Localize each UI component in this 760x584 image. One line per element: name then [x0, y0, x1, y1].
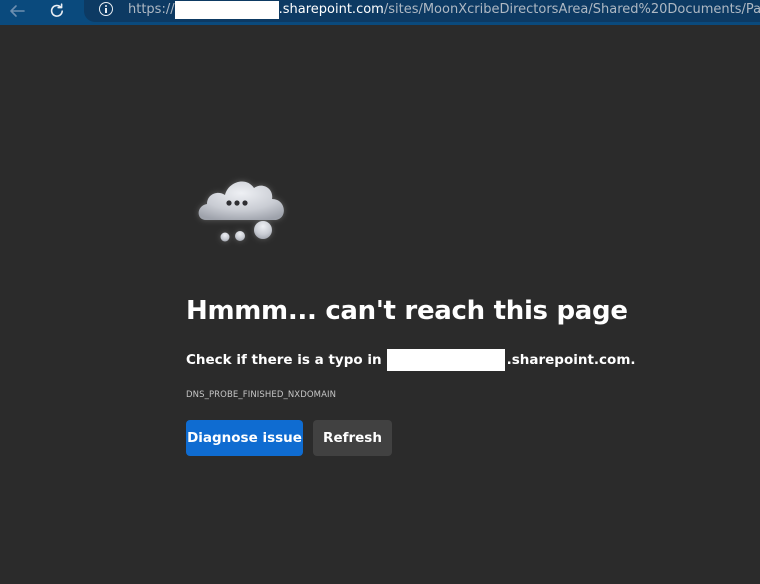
browser-toolbar: https:// .sharepoint.com/sites/MoonXcribe…: [0, 0, 760, 25]
back-arrow-icon: [10, 5, 25, 17]
error-code: DNS_PROBE_FINISHED_NXDOMAIN: [186, 390, 337, 400]
url-prefix: https://: [128, 2, 175, 17]
address-bar[interactable]: https:// .sharepoint.com/sites/MoonXcribe…: [84, 0, 760, 22]
browser-refresh-button[interactable]: [42, 0, 72, 22]
message-suffix: .sharepoint.com.: [506, 352, 636, 368]
url-text[interactable]: https:// .sharepoint.com/sites/MoonXcribe…: [128, 1, 760, 19]
message-redaction: [386, 349, 505, 371]
error-message: Check if there is a typo in .sharepoint.…: [186, 349, 636, 371]
message-prefix: Check if there is a typo in: [186, 352, 382, 368]
refresh-button[interactable]: Refresh: [313, 420, 392, 456]
url-redaction: [174, 1, 279, 19]
error-title: Hmmm... can't reach this page: [186, 296, 628, 326]
refresh-icon: [50, 3, 63, 17]
info-icon[interactable]: [99, 2, 113, 16]
url-path: /sites/MoonXcribeDirectorsArea/Shared%20…: [383, 2, 760, 17]
url-host: .sharepoint.com: [278, 2, 384, 17]
back-button[interactable]: [2, 0, 32, 22]
thinking-cloud-icon: [190, 168, 300, 248]
diagnose-issue-button[interactable]: Diagnose issue: [186, 420, 303, 456]
